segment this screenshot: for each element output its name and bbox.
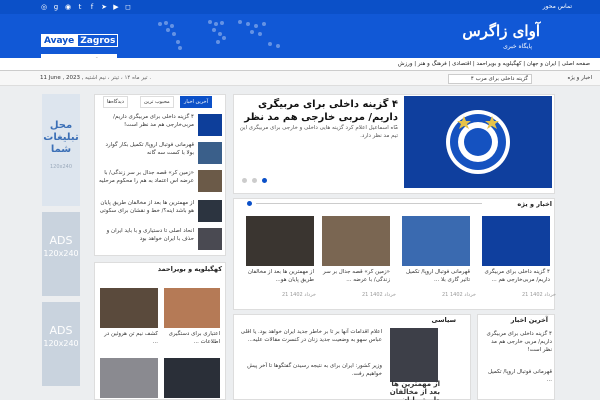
item-date: 21 خرداد 1402 <box>282 292 316 298</box>
news-thumb[interactable] <box>482 216 550 266</box>
item-date: 21 خرداد 1402 <box>362 292 396 298</box>
list-item[interactable]: انحاد اصلی تا دستیاری و با باید ایران و … <box>98 227 194 251</box>
news-thumb[interactable] <box>402 216 470 266</box>
breadcrumb-tags: تیر ماه ۱۴ ، تیتر ، نیم اشتیه . <box>85 75 152 81</box>
list-item[interactable]: ۴ گزینه داخلی برای مربیگری داریم/ مربی‌خ… <box>98 113 194 137</box>
news-thumb[interactable] <box>246 216 314 266</box>
news-thumb[interactable] <box>164 358 220 398</box>
world-map-icon <box>158 20 280 50</box>
site-logo-subtitle: پایگاه خبری <box>503 43 532 50</box>
featured-excerpt: ماه اسماعیل اعلام کرد گزینه هایی داخلی و… <box>239 125 398 139</box>
brand-left: Avaye <box>41 34 78 47</box>
ad-size: 120x240 <box>49 164 73 170</box>
news-thumb[interactable] <box>198 200 222 222</box>
site-header: Avaye Zagros آوای زاگرس پایگاه خبری <box>0 14 600 58</box>
ad-text: محل تبلیغات شما <box>43 120 79 155</box>
list-item[interactable]: «زمین کر» قصه جدال بر سر زندگی/ با عرضه … <box>322 268 390 292</box>
gplus-icon[interactable]: g <box>52 3 60 11</box>
top-bar: تماس محور ◎ g ◉ t f ➤ ▶ ◻ <box>0 0 600 14</box>
news-thumb[interactable] <box>198 142 222 164</box>
section-title: کهگیلویه و بویراحمد <box>157 265 222 273</box>
news-thumb[interactable] <box>164 288 220 328</box>
politics-lead-text: اعلام اقدامات آنها بر تا بر خاطر جدید ای… <box>240 329 382 343</box>
featured-title[interactable]: ۴ گزینه داخلی برای مربیگری داریم/ مربی خ… <box>238 98 398 126</box>
list-item[interactable]: ۴ گزینه داخلی برای مربیگری داریم/ مربی خ… <box>482 330 552 366</box>
list-item[interactable]: قهرمانی فوتبال اروپا/ تکمیل ... <box>482 368 552 396</box>
facebook-icon[interactable]: f <box>88 3 96 11</box>
youtube-icon[interactable]: ▶ <box>112 3 120 11</box>
twitter-icon[interactable]: t <box>76 3 84 11</box>
news-thumb[interactable] <box>100 288 158 328</box>
tab-comments[interactable]: دیدگاه‌ها <box>103 96 128 108</box>
featured-image[interactable] <box>404 96 552 188</box>
divider <box>256 203 482 204</box>
news-thumb[interactable] <box>198 114 222 136</box>
news-thumb[interactable] <box>322 216 390 266</box>
ad-banner-top[interactable]: محل تبلیغات شما 120x240 <box>42 94 80 206</box>
politics-lead-title[interactable]: از مهمترین ها بعد از مخالفان طریق پایان <box>388 380 440 400</box>
instagram-icon[interactable]: ◻ <box>124 3 132 11</box>
list-item[interactable]: قهرمانی فوتبال اروپا/ تکمیل بکار گوارد ب… <box>98 141 194 165</box>
telegram-icon[interactable]: ➤ <box>100 3 108 11</box>
section-title: اخبار و یژه <box>517 200 552 208</box>
section-title: سیاسی <box>431 316 456 324</box>
esteghlal-logo-icon <box>404 96 552 188</box>
news-thumb[interactable] <box>100 358 158 398</box>
breaking-news-bar: اخبار و یژه ۴ گزینه داخلی برای مرب 11 Ju… <box>0 71 600 86</box>
tab-recent[interactable]: آخرین اخبار <box>180 96 212 108</box>
breaking-headline[interactable]: ۴ گزینه داخلی برای مرب <box>448 74 532 84</box>
section-title: آخرین اخبار <box>510 316 548 324</box>
list-item[interactable]: از مهمترین ها بعد از مخالفان طریق پایان … <box>246 268 314 292</box>
list-item[interactable]: قهرمانی فوتبال اروپا/ تکمیل تاثیر گاری ب… <box>402 268 470 292</box>
site-logo[interactable]: آوای زاگرس <box>462 22 540 40</box>
date-text: 11 June , 2023 , <box>40 75 84 81</box>
list-item[interactable]: اعتباری برای دستگیری اطلاعات ... <box>164 330 220 354</box>
tab-popular[interactable]: محبوب ترین <box>140 96 174 108</box>
main-nav: صفحه اصلی | ایران و جهان | کهگیلویه و بو… <box>0 58 600 71</box>
rss-icon[interactable]: ◉ <box>64 3 72 11</box>
ad-size: 120x240 <box>43 249 79 258</box>
ad-label: ADS <box>49 234 73 247</box>
ad-banner-3[interactable]: ADS 120x240 <box>42 302 80 386</box>
item-date: 21 خرداد 1402 <box>522 292 556 298</box>
list-item[interactable]: «زمین کر» قصه جدال بر سر زندگی/ با عرضه … <box>98 169 194 193</box>
list-item[interactable]: از مهمترین ها بعد از مخالفان طریق پایان … <box>98 199 194 223</box>
slider-dot-active[interactable] <box>262 178 267 183</box>
section-dot <box>247 201 252 206</box>
brand-logo[interactable]: Avaye Zagros <box>41 34 119 47</box>
brand-right: Zagros <box>77 34 119 47</box>
top-links[interactable]: تماس محور <box>543 3 572 10</box>
slider-dot[interactable] <box>252 178 257 183</box>
slider-dot[interactable] <box>242 178 247 183</box>
news-thumb[interactable] <box>198 170 222 192</box>
ad-label: ADS <box>49 324 73 337</box>
list-item[interactable]: ۴ گزینه داخلی برای مربیگری داریم/ مربی‌خ… <box>482 268 550 292</box>
list-item[interactable]: کشف نیم تن هروئین در ... <box>100 330 158 354</box>
breaking-label: اخبار و یژه <box>567 75 592 81</box>
ad-banner-2[interactable]: ADS 120x240 <box>42 212 80 296</box>
politics-more-text[interactable]: وزیر کشور: ایران برای به نتیجه رسیدن گفت… <box>236 362 382 394</box>
ad-size: 120x240 <box>43 339 79 348</box>
item-date: 21 خرداد 1402 <box>442 292 476 298</box>
news-thumb[interactable] <box>390 328 438 382</box>
globe-icon[interactable]: ◎ <box>40 3 48 11</box>
news-thumb[interactable] <box>198 228 222 250</box>
nav-items[interactable]: صفحه اصلی | ایران و جهان | کهگیلویه و بو… <box>398 61 590 67</box>
